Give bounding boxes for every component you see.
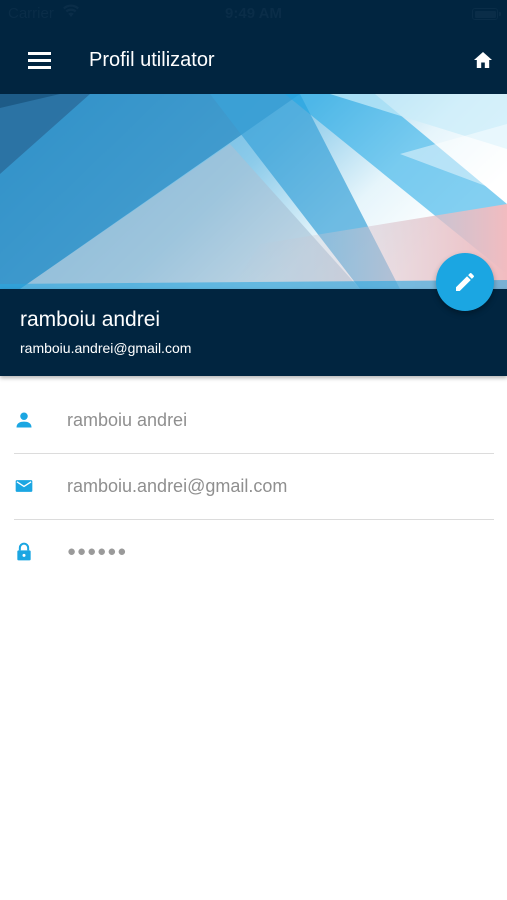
home-icon [474,52,492,68]
menu-icon [28,52,51,55]
edit-profile-button[interactable] [436,253,494,311]
profile-banner-image [0,94,507,289]
profile-email: ramboiu.andrei@gmail.com [20,340,192,356]
home-button[interactable] [471,49,495,71]
lock-icon [17,542,31,561]
page-title: Profil utilizator [89,49,215,71]
password-field[interactable]: ●●●●●● [0,520,507,586]
name-field-value: ramboiu andrei [67,410,188,430]
battery-icon [472,8,501,20]
person-icon [16,412,32,428]
email-field[interactable]: ramboiu.andrei@gmail.com [0,454,507,520]
pencil-icon [456,272,474,291]
password-field-value: ●●●●●● [67,543,128,560]
profile-header-card: ramboiu andrei ramboiu.andrei@gmail.com [0,289,507,376]
email-field-value: ramboiu.andrei@gmail.com [67,476,288,496]
status-time: 9:49 AM [225,5,282,22]
name-field[interactable]: ramboiu andrei [0,387,507,453]
menu-button[interactable] [24,47,56,73]
status-bar: Carrier 9:49 AM [0,0,507,28]
profile-name: ramboiu andrei [20,308,161,331]
email-icon [15,480,33,492]
